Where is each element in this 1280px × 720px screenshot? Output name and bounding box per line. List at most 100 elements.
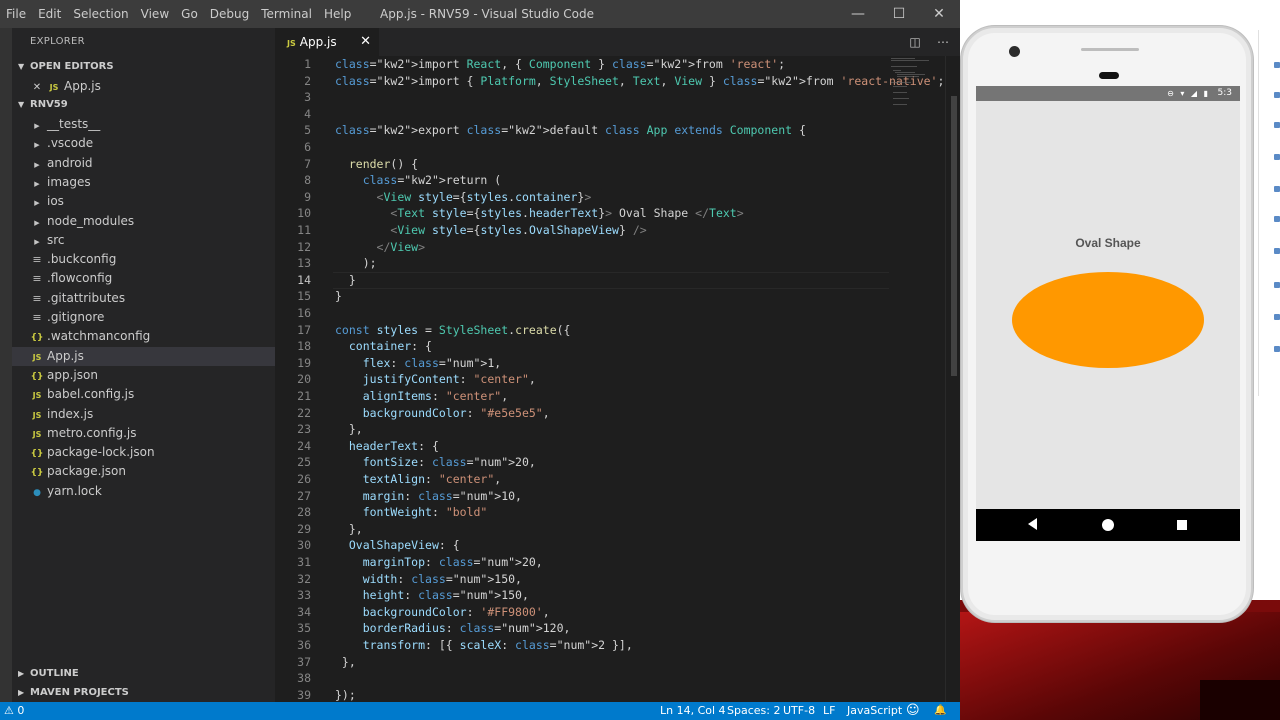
tree-item-vscode[interactable]: ▶ .vscode [12, 134, 275, 153]
tree-item-flowconfig[interactable]: ≡ .flowconfig [12, 269, 275, 288]
feedback-smiley-icon[interactable]: ☺ [906, 702, 920, 720]
code-line[interactable]: marginTop: class="num">20, [335, 554, 543, 571]
code-line[interactable]: alignItems: "center", [335, 388, 508, 405]
emulator-tool-icon[interactable] [1274, 282, 1280, 288]
code-line[interactable]: ); [335, 255, 377, 272]
open-editors-section[interactable]: ▼ OPEN EDITORS [18, 58, 114, 76]
cursor-position[interactable]: Ln 14, Col 4 [660, 702, 726, 720]
emulator-tool-icon[interactable] [1274, 346, 1280, 352]
menu-selection[interactable]: Selection [67, 0, 134, 28]
menu-go[interactable]: Go [175, 0, 204, 28]
menu-debug[interactable]: Debug [204, 0, 255, 28]
tree-item-package-lock-json[interactable]: {} package-lock.json [12, 443, 275, 462]
code-line[interactable]: backgroundColor: "#e5e5e5", [335, 405, 550, 422]
recents-icon[interactable] [1177, 520, 1187, 530]
emulator-tool-icon[interactable] [1274, 154, 1280, 160]
menu-view[interactable]: View [135, 0, 175, 28]
code-line[interactable]: transform: [{ scaleX: class="num">2 }], [335, 637, 633, 654]
tree-item-babel-config-js[interactable]: JS babel.config.js [12, 385, 275, 404]
code-line[interactable]: } [335, 272, 356, 289]
maximize-button[interactable]: ☐ [879, 0, 919, 28]
tab-app-js[interactable]: JS App.js ✕ [275, 28, 379, 56]
more-actions-icon[interactable]: ⋯ [935, 34, 951, 50]
code-editor[interactable]: 1 2 3 4 5 6 7 8 9 10 11 12 13 14 15 16 17 18 19 20 21 22 23 24 2… [275, 56, 960, 702]
code-line[interactable]: <View style={styles.container}> [335, 189, 592, 206]
tree-item-yarn-lock[interactable]: ● yarn.lock [12, 482, 275, 501]
code-line[interactable]: headerText: { [335, 438, 439, 455]
tree-item-android[interactable]: ▶ android [12, 154, 275, 173]
code-line[interactable]: flex: class="num">1, [335, 355, 502, 372]
code-line[interactable]: borderRadius: class="num">120, [335, 620, 571, 637]
menu-help[interactable]: Help [318, 0, 357, 28]
code-line[interactable]: fontWeight: "bold" [335, 504, 488, 521]
back-icon[interactable] [1028, 518, 1037, 530]
menu-edit[interactable]: Edit [32, 0, 67, 28]
tree-item-gitattributes[interactable]: ≡ .gitattributes [12, 289, 275, 308]
emulator-tool-icon[interactable] [1274, 216, 1280, 222]
code-line[interactable]: class="kw2">export class="kw2">default c… [335, 122, 806, 139]
emulator-tool-icon[interactable] [1274, 186, 1280, 192]
tree-item-buckconfig[interactable]: ≡ .buckconfig [12, 250, 275, 269]
emulator-tool-icon[interactable] [1274, 62, 1280, 68]
code-line[interactable]: margin: class="num">10, [335, 488, 522, 505]
minimap[interactable] [889, 56, 941, 116]
encoding-setting[interactable]: UTF-8 [783, 702, 815, 720]
split-editor-icon[interactable]: ◫ [907, 34, 923, 50]
emulator-tool-icon[interactable] [1274, 314, 1280, 320]
tree-item-src[interactable]: ▶ src [12, 231, 275, 250]
tree-item-tests[interactable]: ▶ __tests__ [12, 115, 275, 134]
code-line[interactable]: <View style={styles.OvalShapeView} /> [335, 222, 646, 239]
maven-projects-section[interactable]: ▶ MAVEN PROJECTS [18, 684, 129, 702]
code-line[interactable]: fontSize: class="num">20, [335, 454, 536, 471]
code-line[interactable]: justifyContent: "center", [335, 371, 536, 388]
project-section[interactable]: ▼ RNV59 [18, 96, 68, 114]
tree-item-node-modules[interactable]: ▶ node_modules [12, 212, 275, 231]
tree-item-watchmanconfig[interactable]: {} .watchmanconfig [12, 327, 275, 346]
problems-indicator[interactable]: ⚠ 0 [4, 702, 24, 720]
code-line[interactable]: class="kw2">import React, { Component } … [335, 56, 785, 73]
close-icon[interactable]: ✕ [360, 28, 371, 56]
language-mode[interactable]: JavaScript [847, 702, 902, 720]
code-line[interactable]: } [335, 288, 342, 305]
code-line[interactable]: class="kw2">return ( [335, 172, 501, 189]
tree-item-app-json[interactable]: {} app.json [12, 366, 275, 385]
tree-item-images[interactable]: ▶ images [12, 173, 275, 192]
tree-item-index-js[interactable]: JS index.js [12, 405, 275, 424]
minimize-button[interactable]: — [838, 0, 878, 28]
home-icon[interactable] [1102, 519, 1114, 531]
tree-item-app-js[interactable]: JS App.js [12, 346, 275, 366]
eol-setting[interactable]: LF [823, 702, 835, 720]
code-line[interactable]: height: class="num">150, [335, 587, 529, 604]
code-line[interactable]: const styles = StyleSheet.create({ [335, 322, 570, 339]
code-line[interactable]: class="kw2">import { Platform, StyleShee… [335, 73, 944, 90]
emulator-tool-icon[interactable] [1274, 122, 1280, 128]
code-line[interactable]: textAlign: "center", [335, 471, 502, 488]
code-line[interactable]: container: { [335, 338, 432, 355]
tree-item-ios[interactable]: ▶ ios [12, 192, 275, 211]
code-line[interactable]: render() { [335, 156, 418, 173]
phone-screen[interactable]: ⊖ ▾ ◢ ▮ 5:3 Oval Shape [976, 86, 1240, 558]
notifications-bell-icon[interactable]: 🔔 [934, 702, 946, 720]
code-line[interactable]: }, [335, 654, 356, 671]
scrollbar-thumb[interactable] [951, 96, 957, 376]
code-line[interactable]: }, [335, 421, 363, 438]
code-line[interactable]: <Text style={styles.headerText}> Oval Sh… [335, 205, 743, 222]
emulator-tool-icon[interactable] [1274, 248, 1280, 254]
code-line[interactable]: OvalShapeView: { [335, 537, 460, 554]
close-icon[interactable]: ✕ [30, 78, 44, 97]
indentation-setting[interactable]: Spaces: 2 [727, 702, 780, 720]
menu-file[interactable]: File [0, 0, 32, 28]
code-line[interactable]: backgroundColor: '#FF9800', [335, 604, 550, 621]
code-line[interactable]: }, [335, 521, 363, 538]
menu-terminal[interactable]: Terminal [255, 0, 318, 28]
code-line[interactable]: }); [335, 687, 356, 702]
outline-section[interactable]: ▶ OUTLINE [18, 665, 79, 683]
tree-item-gitignore[interactable]: ≡ .gitignore [12, 308, 275, 327]
open-editor-item[interactable]: ✕ JS App.js [12, 77, 275, 96]
code-line[interactable]: </View> [335, 239, 426, 256]
tree-item-metro-config-js[interactable]: JS metro.config.js [12, 424, 275, 443]
code-line[interactable]: width: class="num">150, [335, 571, 522, 588]
emulator-tool-icon[interactable] [1274, 92, 1280, 98]
close-window-button[interactable]: ✕ [919, 0, 959, 28]
tree-item-package-json[interactable]: {} package.json [12, 462, 275, 481]
